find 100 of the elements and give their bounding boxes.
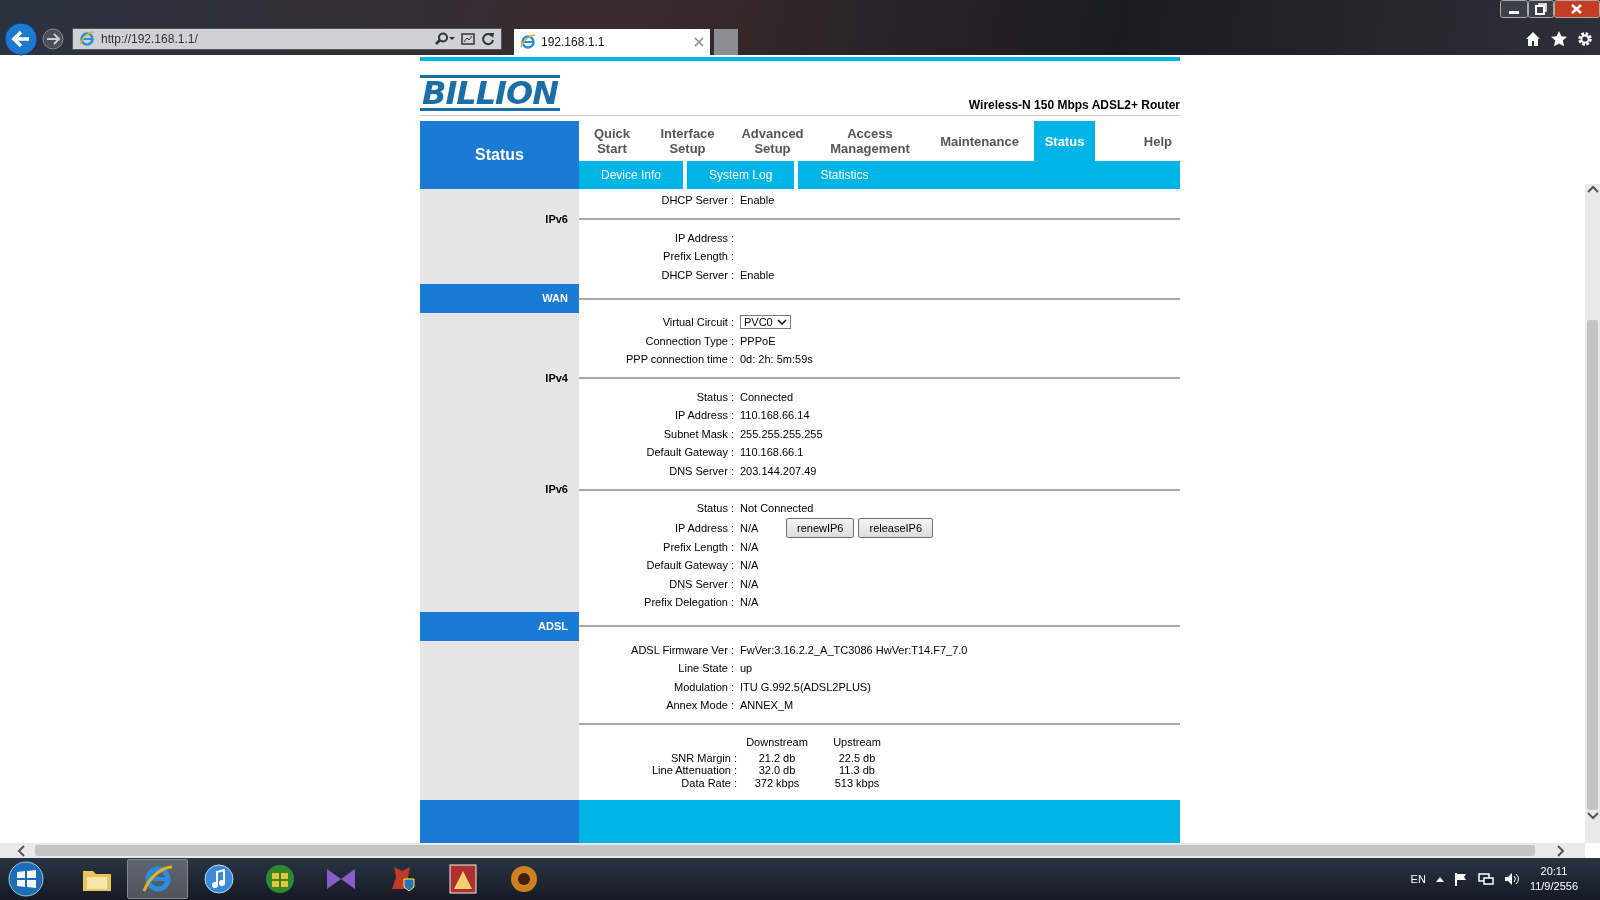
settings-icon[interactable]: [1576, 30, 1594, 48]
stat-value: 513 kbps: [833, 776, 881, 789]
field-label: Modulation :: [673, 680, 734, 693]
scroll-thumb[interactable]: [1587, 320, 1598, 810]
field-value: N/A: [740, 540, 759, 553]
show-hidden-icons-icon[interactable]: [1435, 876, 1444, 882]
billion-logo: BILLION: [420, 75, 560, 111]
refresh-icon[interactable]: [481, 31, 495, 46]
field-value: Connected: [740, 390, 794, 403]
field-value: Not Connected: [740, 502, 814, 515]
stat-label: SNR Margin :: [669, 751, 737, 764]
field-label: Prefix Delegation :: [643, 596, 734, 609]
scroll-right-icon[interactable]: [1556, 844, 1566, 857]
tab-title: 192.168.1.1: [541, 35, 606, 49]
stat-value: 372 kbps: [753, 776, 801, 789]
field-label: DHCP Server :: [660, 268, 734, 281]
field-label: IP Address :: [673, 231, 734, 244]
clock-time: 20:11: [1540, 864, 1568, 879]
field-value: 203.144.207.49: [740, 464, 817, 477]
nav-tab[interactable]: Access Management: [815, 121, 925, 161]
field-label: Status :: [695, 390, 734, 403]
field-label: DNS Server :: [668, 464, 734, 477]
group-label: IPv6: [544, 482, 569, 497]
field-value: PPPoE: [740, 334, 776, 347]
field-value: Enable: [740, 194, 775, 207]
nav-tab[interactable]: Quick Start: [579, 121, 645, 161]
field-label: Prefix Length :: [662, 540, 734, 553]
field-label: IP Address :: [673, 521, 734, 534]
clock[interactable]: 20:11 11/9/2556: [1529, 864, 1578, 894]
field-value: N/A: [740, 559, 759, 572]
stat-value: 32.0 db: [757, 764, 797, 777]
speaker-icon[interactable]: [1503, 872, 1520, 886]
dropdown-caret-icon: [776, 319, 787, 326]
back-button[interactable]: [4, 21, 38, 56]
field-label: Virtual Circuit :: [661, 316, 734, 329]
field-label: PPP connection time :: [624, 353, 734, 366]
field-label: IP Address :: [673, 409, 734, 422]
field-label: Default Gateway :: [645, 559, 734, 572]
field-value: ITU G.992.5(ADSL2PLUS): [740, 680, 871, 693]
field-value: N/A: [740, 577, 759, 590]
action-button[interactable]: renewIP6: [786, 517, 855, 538]
address-bar[interactable]: http://192.168.1.1/: [72, 27, 502, 50]
flag-icon[interactable]: [1453, 872, 1468, 886]
field-label: Subnet Mask :: [662, 427, 734, 440]
scroll-down-icon[interactable]: [1586, 811, 1599, 821]
scroll-up-icon[interactable]: [1586, 184, 1599, 194]
forward-button[interactable]: [42, 27, 64, 50]
field-label: Connection Type :: [644, 334, 734, 347]
group-label: IPv4: [544, 370, 569, 386]
scroll-left-icon[interactable]: [16, 844, 26, 857]
ie-icon: [520, 34, 536, 50]
column-heading: Upstream: [832, 734, 882, 750]
close-button[interactable]: [1554, 0, 1600, 18]
field-value: N/A: [740, 521, 760, 534]
vertical-scrollbar[interactable]: [1585, 184, 1600, 843]
field-value: 0d: 2h: 5m:59s: [740, 353, 813, 366]
horizontal-scrollbar[interactable]: [0, 843, 1585, 858]
field-value: N/A: [740, 596, 759, 609]
column-heading: Downstream: [745, 734, 809, 750]
restore-button[interactable]: [1528, 0, 1554, 18]
field-label: Default Gateway :: [645, 446, 734, 459]
section-band: WAN: [420, 284, 579, 313]
field-value: up: [740, 662, 753, 675]
field-value: 110.168.66.1: [740, 446, 804, 459]
nav-tab[interactable]: Maintenance: [925, 121, 1034, 161]
field-label: Line State :: [677, 662, 734, 675]
nav-tab[interactable]: Interface Setup: [645, 121, 730, 161]
page-title-panel: Status: [420, 121, 579, 189]
field-label: Annex Mode :: [665, 699, 734, 712]
search-icon[interactable]: [435, 31, 455, 46]
start-button[interactable]: [6, 859, 46, 899]
nav-tab[interactable]: Help: [1095, 121, 1180, 161]
clock-date: 11/9/2556: [1529, 879, 1578, 894]
ie-app[interactable]: [127, 859, 188, 899]
stat-value: 11.3 db: [838, 764, 876, 777]
ie-icon: [79, 30, 95, 47]
virtual-circuit-select[interactable]: PVC0: [740, 315, 791, 330]
field-value: Enable: [740, 268, 775, 281]
scroll-thumb[interactable]: [35, 845, 1535, 856]
minimize-button[interactable]: [1500, 0, 1528, 18]
field-label: ADSL Firmware Ver :: [630, 643, 734, 656]
network-icon[interactable]: [1477, 872, 1494, 886]
home-icon[interactable]: [1524, 30, 1542, 48]
star-icon[interactable]: [1550, 30, 1568, 48]
field-value: 110.168.66.14: [740, 409, 810, 422]
field-label: Prefix Length :: [662, 250, 734, 263]
group-label: IPv6: [544, 211, 569, 227]
field-value: 255.255.255.255: [740, 427, 823, 440]
address-text: http://192.168.1.1/: [101, 31, 199, 46]
field-label: DHCP Server :: [660, 194, 734, 207]
close-icon[interactable]: [694, 37, 704, 47]
field-value: FwVer:3.16.2.2_A_TC3086 HwVer:T14.F7_7.0: [740, 643, 968, 656]
section-band: ADSL: [420, 611, 579, 641]
action-button[interactable]: releaseIP6: [858, 517, 934, 538]
product-name: Wireless-N 150 Mbps ADSL2+ Router: [968, 98, 1180, 112]
nav-tab[interactable]: Advanced Setup: [730, 121, 815, 161]
field-label: DNS Server :: [668, 577, 734, 590]
stat-label: Data Rate :: [680, 776, 737, 789]
language-indicator[interactable]: EN: [1410, 873, 1426, 885]
browser-tab[interactable]: 192.168.1.1: [514, 29, 710, 55]
